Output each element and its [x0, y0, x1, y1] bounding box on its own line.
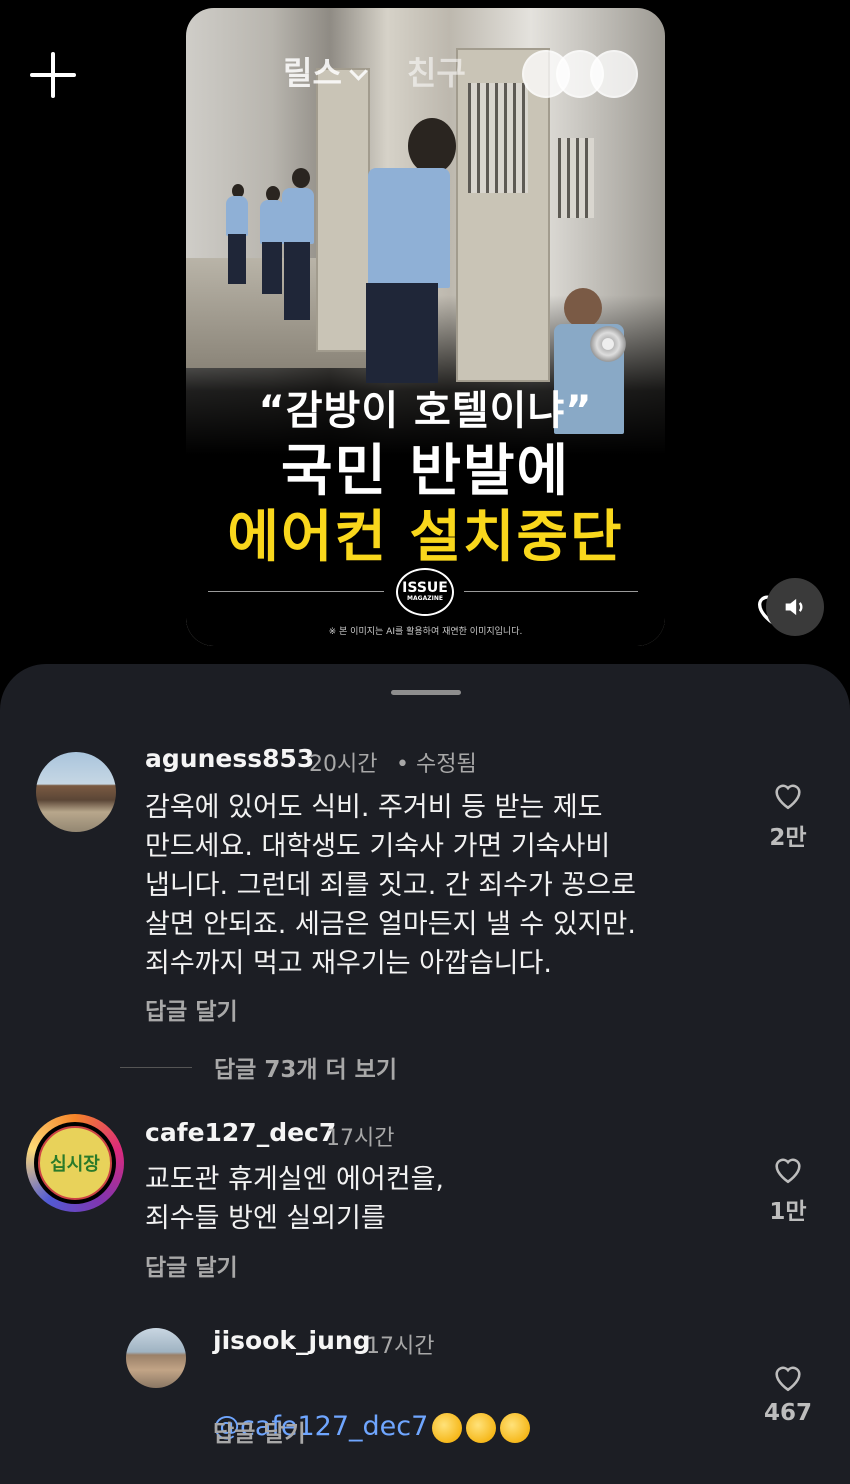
- reply-button[interactable]: 답글 달기: [145, 992, 238, 1026]
- view-more-replies[interactable]: 답글 73개 더 보기: [120, 1050, 397, 1084]
- ai-disclaimer: ※ 본 이미지는 AI를 활용하여 재연한 이미지입니다.: [328, 627, 523, 637]
- electric-fan: [588, 324, 628, 364]
- comment-username[interactable]: cafe127_dec7: [145, 1118, 336, 1147]
- chevron-down-icon: [349, 62, 368, 81]
- reel-tabs: 릴스 친구: [283, 48, 466, 94]
- divider-line: [464, 591, 638, 592]
- clapping-hands-icon: [432, 1412, 463, 1443]
- comment-text: 감옥에 있어도 식비. 주거비 등 받는 제도 만드세요. 대학생도 기숙사 가…: [145, 792, 636, 979]
- clapping-hands-icon: [500, 1412, 531, 1443]
- comment-time: 17시간: [366, 1334, 435, 1359]
- divider-line: [208, 591, 384, 592]
- reply-button[interactable]: 답글 달기: [145, 1248, 238, 1282]
- avatar[interactable]: 십시장: [26, 1114, 124, 1212]
- issue-magazine-logo: ISSUE MAGAZINE: [396, 568, 454, 616]
- headline-highlight: 에어컨 설치중단: [227, 505, 624, 570]
- create-plus-icon[interactable]: [30, 52, 76, 98]
- avatar: [590, 50, 638, 98]
- comment-username[interactable]: jisook_jung: [213, 1326, 371, 1355]
- comment-time: 20시간: [309, 752, 378, 777]
- avatar-logo: 십시장: [38, 1126, 112, 1200]
- heart-icon: [775, 1366, 801, 1392]
- reel-video[interactable]: “감방이 호텔이냐” 국민 반발에 에어컨 설치중단 ISSUE MAGAZIN…: [186, 8, 665, 646]
- cell-bars: [468, 83, 528, 193]
- reply-button[interactable]: 답글 달기: [213, 1414, 306, 1448]
- comment-text: 교도관 휴게실엔 에어컨을, 죄수들 방엔 실외기를: [145, 1164, 444, 1234]
- comment-edited: • 수정됨: [396, 752, 477, 777]
- speaker-icon: [785, 598, 803, 616]
- like-count: 1만: [769, 1199, 807, 1225]
- avatar[interactable]: [126, 1328, 186, 1388]
- comment-like[interactable]: 1만: [758, 1152, 818, 1226]
- avatar[interactable]: [36, 752, 116, 832]
- tab-friends[interactable]: 친구: [407, 48, 466, 94]
- like-count: 2만: [769, 825, 807, 851]
- like-count: 467: [763, 1400, 812, 1426]
- comment-like[interactable]: 2만: [758, 778, 818, 852]
- heart-icon: [775, 784, 801, 810]
- clapping-hands-icon: [466, 1412, 497, 1443]
- comment-username[interactable]: aguness853: [145, 744, 314, 773]
- heart-icon: [775, 1158, 801, 1184]
- sound-toggle-button[interactable]: [766, 578, 824, 636]
- divider-line: [120, 1066, 192, 1068]
- cell-door: [316, 68, 370, 352]
- comment-like[interactable]: 467: [758, 1360, 818, 1426]
- window-bars: [558, 138, 594, 218]
- sheet-drag-handle[interactable]: [391, 690, 461, 695]
- comment-time: 17시간: [326, 1126, 395, 1151]
- tab-reels[interactable]: 릴스: [283, 48, 368, 94]
